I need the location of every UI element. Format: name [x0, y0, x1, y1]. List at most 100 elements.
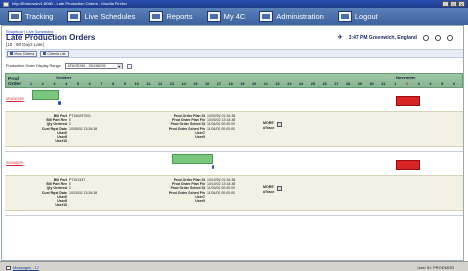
- day-tick: 10: [134, 82, 139, 86]
- close-button[interactable]: X: [458, 1, 465, 7]
- menu-live-schedules[interactable]: Live Schedules: [67, 11, 135, 22]
- day-tick: 6: [88, 82, 91, 86]
- detail-value: PT150297001: [69, 114, 91, 118]
- due-marker: [211, 165, 215, 169]
- scheduled-late-bar[interactable]: [396, 160, 420, 170]
- window-title: http://Ershowsrv1:8080 - Late Production…: [12, 1, 128, 6]
- my4c-icon: [206, 11, 221, 22]
- day-tick: 19: [240, 82, 245, 86]
- day-tick: 11: [146, 82, 151, 86]
- user-id: User ID: PRODMGR: [417, 265, 454, 270]
- detail-user10: User10: [25, 203, 97, 207]
- day-tick: 17: [216, 82, 221, 86]
- view-criteria-label: View Criteria: [14, 51, 35, 56]
- day-tick: 23: [287, 82, 292, 86]
- settings-icon[interactable]: [447, 34, 453, 41]
- schedule-icon: [67, 11, 82, 22]
- detail-value: 10/05/02 13:34:38: [69, 126, 98, 131]
- day-tick: 27: [334, 82, 339, 86]
- order-row: SDX88290 Bill Part PT151337 Bill Part Rev 0 Q…: [5, 152, 463, 216]
- day-tick: 21: [263, 82, 268, 86]
- day-tick: 28: [346, 82, 351, 86]
- criteria-list-icon: [43, 52, 47, 55]
- detail-value: 2: [69, 122, 71, 127]
- menu-reports[interactable]: Reports: [149, 11, 193, 22]
- logout-icon: [337, 11, 352, 22]
- prod-order-column-header: Prod Order: [8, 77, 21, 87]
- document-icon[interactable]: [277, 122, 282, 127]
- day-tick: 18: [228, 82, 233, 86]
- main-content: Shopfloor | Live Schedules Late Producti…: [1, 25, 464, 261]
- day-tick: 12: [158, 82, 163, 86]
- day-scale: 1 2 3 4 5 6 7 8 9 10 11 12 13 14 15 16 17 18 19 20 21 22 23 24 2…: [25, 82, 460, 86]
- detail-value: 11/04/02 00:00:00: [207, 190, 235, 195]
- day-tick: 20: [252, 82, 257, 86]
- day-tick: 4: [429, 82, 432, 86]
- day-tick: 30: [369, 82, 374, 86]
- atrace-link[interactable]: aTrace: [263, 126, 274, 130]
- scheduled-late-bar[interactable]: [396, 96, 420, 106]
- window-titlebar: http://Ershowsrv1:8080 - Late Production…: [0, 0, 468, 8]
- range-apply-icon[interactable]: [126, 63, 132, 69]
- gantt-header: Prod Order October November 1 2 3 4 5 6 7 8 9 10 11…: [5, 73, 463, 88]
- order-row: 4FAGE289 Bill Part PT150297001 Bill Part Re…: [5, 88, 463, 152]
- detail-user10: User10: [25, 139, 97, 143]
- messages-label: Messages : 17: [13, 265, 40, 270]
- day-tick: 31: [381, 82, 386, 86]
- day-tick: 29: [357, 82, 362, 86]
- admin-icon: [259, 11, 274, 22]
- gantt-chart: Prod Order October November 1 2 3 4 5 6 7 8 9 10 11…: [5, 73, 463, 216]
- home-icon[interactable]: [423, 34, 429, 41]
- detail-value: 11/04/02 00:00:00: [207, 122, 235, 127]
- envelope-icon: [6, 265, 11, 270]
- day-tick: 14: [181, 82, 186, 86]
- clock-readout: 3:47 PM Greenwich, England: [348, 34, 417, 41]
- detail-value: 11/03/02 00:00:00: [207, 186, 235, 191]
- row-spacer: [5, 211, 463, 215]
- detail-value: 10/15/02 13:34:38: [69, 190, 98, 195]
- menu-logout[interactable]: Logout: [337, 11, 378, 22]
- day-tick: 15: [193, 82, 198, 86]
- display-range-select[interactable]: 4FAGE289 - SDX88290: [64, 63, 123, 69]
- main-menu: Tracking Live Schedules Reports My 4C Ad…: [0, 8, 468, 25]
- view-criteria-button[interactable]: View Criteria: [7, 50, 38, 57]
- criteria-list-button[interactable]: Criteria List: [40, 50, 69, 57]
- month-label-october: October: [56, 75, 72, 80]
- page-title: Late Production Orders: [6, 33, 96, 42]
- more-link[interactable]: MORE: [263, 185, 274, 189]
- help-icon[interactable]: [435, 34, 441, 41]
- day-tick: 5: [441, 82, 444, 86]
- day-tick: 16: [205, 82, 210, 86]
- order-actions: MORE aTrace: [263, 185, 274, 194]
- day-tick: 1: [394, 82, 397, 86]
- planned-bar[interactable]: [32, 90, 60, 100]
- order-details-left: Bill Part PT151337 Bill Part Rev 0 Qty Order…: [25, 178, 97, 207]
- menu-tracking-label: Tracking: [25, 12, 54, 21]
- day-tick: 3: [417, 82, 420, 86]
- tracking-icon: [8, 11, 22, 22]
- menu-administration[interactable]: Administration: [259, 11, 324, 22]
- maximize-button[interactable]: □: [450, 1, 457, 7]
- document-icon[interactable]: [277, 186, 282, 191]
- reports-icon: [149, 11, 164, 22]
- atrace-link[interactable]: aTrace: [263, 190, 274, 194]
- detail-label: User9: [195, 199, 205, 204]
- order-id-link[interactable]: SDX88290: [6, 161, 23, 165]
- criteria-toolbar: View Criteria Criteria List: [5, 49, 463, 58]
- messages-link[interactable]: Messages : 17: [6, 265, 39, 270]
- menu-my4c-label: My 4C: [223, 12, 246, 21]
- day-tick: 26: [322, 82, 327, 86]
- day-tick: 9: [123, 82, 126, 86]
- status-bar: Messages : 17 User ID: PRODMGR: [0, 261, 468, 271]
- order-rows: 4FAGE289 Bill Part PT150297001 Bill Part Re…: [5, 88, 463, 216]
- minimize-button[interactable]: _: [442, 1, 449, 7]
- more-link[interactable]: MORE: [263, 121, 274, 125]
- order-id-link[interactable]: 4FAGE289: [6, 97, 24, 101]
- menu-live-schedules-label: Live Schedules: [84, 12, 136, 21]
- row-spacer: [5, 147, 463, 151]
- menu-tracking[interactable]: Tracking: [8, 11, 53, 22]
- browser-icon: [3, 1, 9, 7]
- order-details-right: Prod Order Plan St 10/03/02 01:34:38 Prod …: [153, 114, 235, 139]
- planned-bar[interactable]: [171, 154, 213, 164]
- menu-my4c[interactable]: My 4C: [206, 11, 246, 22]
